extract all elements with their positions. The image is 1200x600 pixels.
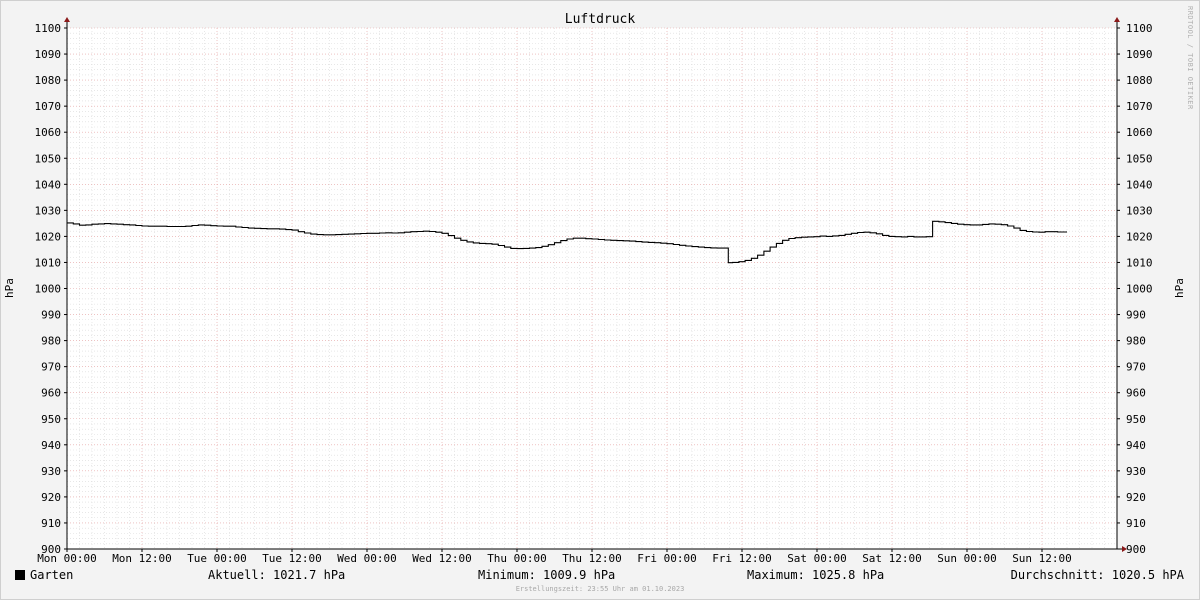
y-tick-label-right: 950 (1126, 413, 1146, 426)
x-tick-label: Sun 00:00 (937, 552, 997, 565)
x-tick-label: Wed 00:00 (337, 552, 397, 565)
y-tick-label-left: 970 (41, 361, 61, 374)
y-tick-label-right: 1100 (1126, 22, 1153, 35)
y-axis-arrow-left (64, 17, 70, 22)
x-tick-label: Tue 00:00 (187, 552, 247, 565)
y-tick-label-left: 1010 (35, 256, 62, 269)
x-tick-label: Wed 12:00 (412, 552, 472, 565)
y-tick-label-right: 1070 (1126, 100, 1153, 113)
y-tick-label-left: 1080 (35, 74, 62, 87)
y-tick-label-right: 1020 (1126, 230, 1153, 243)
y-tick-label-left: 940 (41, 439, 61, 452)
y-tick-label-left: 1050 (35, 152, 62, 165)
y-tick-label-left: 1090 (35, 48, 62, 61)
y-tick-label-left: 1030 (35, 204, 62, 217)
y-tick-label-left: 910 (41, 517, 61, 530)
y-tick-label-right: 980 (1126, 335, 1146, 348)
y-tick-label-right: 1060 (1126, 126, 1153, 139)
y-tick-label-right: 920 (1126, 491, 1146, 504)
y-axis-label-left: hPa (3, 278, 16, 298)
rrdtool-watermark: RRDTOOL / TOBI OETIKER (1186, 6, 1194, 110)
y-tick-label-right: 1080 (1126, 74, 1153, 87)
y-tick-label-right: 900 (1126, 543, 1146, 556)
y-tick-label-right: 970 (1126, 361, 1146, 374)
y-tick-label-left: 920 (41, 491, 61, 504)
y-tick-label-right: 1010 (1126, 256, 1153, 269)
y-tick-label-left: 960 (41, 387, 61, 400)
legend-minimum: Minimum: 1009.9 hPa (478, 568, 616, 582)
y-tick-label-left: 950 (41, 413, 61, 426)
y-axis-label-right: hPa (1173, 278, 1186, 298)
y-tick-label-left: 1040 (35, 178, 62, 191)
x-tick-label: Fri 00:00 (637, 552, 697, 565)
x-tick-label: Sun 12:00 (1012, 552, 1072, 565)
legend-current: Aktuell: 1021.7 hPa (208, 568, 346, 582)
y-tick-label-right: 1090 (1126, 48, 1153, 61)
y-tick-label-right: 1030 (1126, 204, 1153, 217)
y-tick-label-right: 930 (1126, 465, 1146, 478)
creation-time: Erstellungszeit: 23:55 Uhr am 01.10.2023 (515, 585, 685, 593)
y-tick-label-right: 1000 (1126, 283, 1153, 296)
y-tick-label-left: 1020 (35, 230, 62, 243)
y-tick-label-left: 990 (41, 309, 61, 322)
x-tick-label: Mon 12:00 (112, 552, 172, 565)
legend-average: Durchschnitt: 1020.5 hPA (1010, 568, 1184, 582)
x-tick-label: Thu 12:00 (562, 552, 622, 565)
y-tick-label-left: 1070 (35, 100, 62, 113)
legend-series-label: Garten (30, 568, 74, 582)
x-tick-label: Sat 12:00 (862, 552, 922, 565)
y-tick-label-right: 960 (1126, 387, 1146, 400)
pressure-chart: Luftdruck hPa hPa RRDTOOL / TOBI OETIKER… (3, 6, 1194, 565)
x-tick-label: Thu 00:00 (487, 552, 547, 565)
y-tick-label-left: 930 (41, 465, 61, 478)
x-tick-label: Sat 00:00 (787, 552, 847, 565)
y-tick-label-right: 910 (1126, 517, 1146, 530)
y-tick-label-right: 940 (1126, 439, 1146, 452)
x-tick-label: Mon 00:00 (37, 552, 97, 565)
legend-swatch (15, 570, 25, 580)
y-tick-label-left: 1000 (35, 283, 62, 296)
legend-maximum: Maximum: 1025.8 hPa (747, 568, 885, 582)
plot-area: 900 900910 910920 920930 930940 940950 950960 9… (35, 17, 1153, 565)
y-axis-arrow-right (1114, 17, 1120, 22)
y-tick-label-left: 1100 (35, 22, 62, 35)
y-tick-label-left: 980 (41, 335, 61, 348)
y-tick-label-right: 1040 (1126, 178, 1153, 191)
chart-title: Luftdruck (565, 12, 636, 27)
legend-series: Garten (15, 568, 73, 582)
y-tick-label-right: 1050 (1126, 152, 1153, 165)
y-tick-label-left: 1060 (35, 126, 62, 139)
x-tick-label: Fri 12:00 (712, 552, 772, 565)
y-tick-label-right: 990 (1126, 309, 1146, 322)
x-tick-label: Tue 12:00 (262, 552, 322, 565)
